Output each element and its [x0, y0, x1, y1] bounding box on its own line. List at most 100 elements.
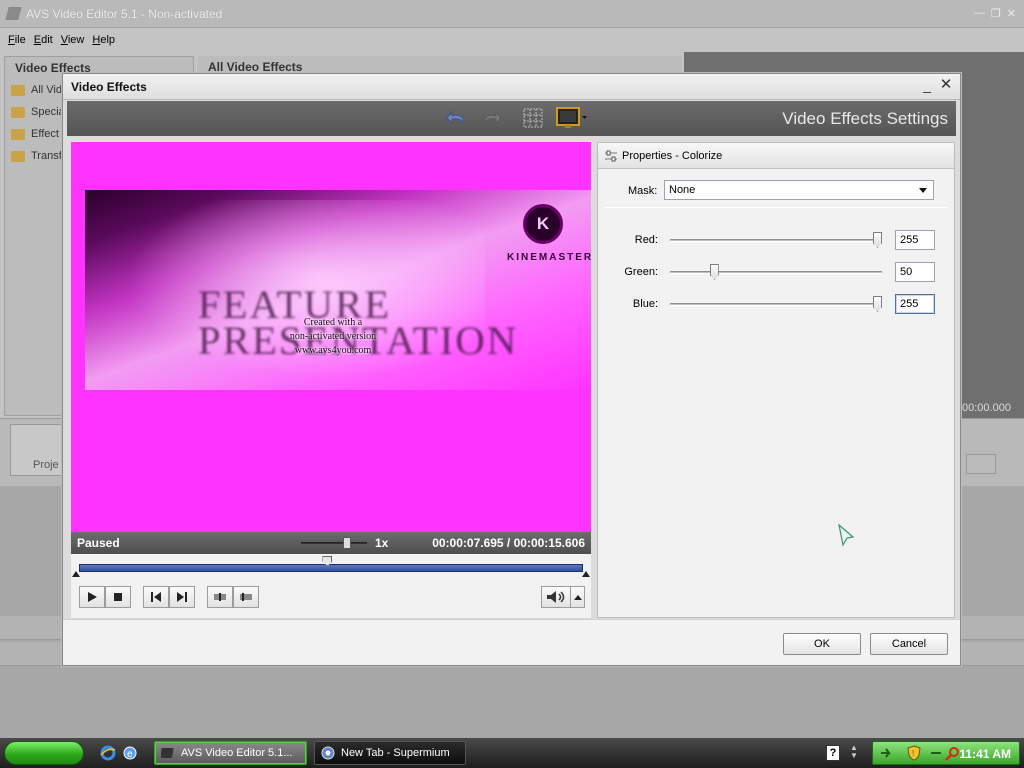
kinemaster-logo: K	[523, 204, 563, 244]
app-icon	[5, 7, 22, 20]
app-title: AVS Video Editor 5.1 - Non-activated	[26, 7, 223, 21]
speed-slider-track[interactable]	[301, 542, 367, 544]
menu-help[interactable]: Help	[92, 34, 115, 46]
green-slider-thumb[interactable]	[709, 264, 719, 280]
playback-state: Paused	[77, 536, 120, 550]
stop-button[interactable]	[105, 586, 131, 608]
browser-quicklaunch-icon[interactable]	[100, 745, 116, 761]
divider	[604, 207, 948, 208]
playback-controls	[71, 578, 591, 618]
svg-text:e: e	[127, 749, 133, 760]
red-slider-track[interactable]	[670, 239, 882, 242]
arrow-tray-icon[interactable]	[879, 746, 893, 760]
green-value-field[interactable]: 50	[895, 262, 935, 282]
dialog-title: Video Effects	[71, 80, 147, 94]
network-tray-icon[interactable]	[931, 749, 941, 757]
red-value-field[interactable]: 255	[895, 230, 935, 250]
blue-slider-row: Blue: 255	[598, 293, 954, 315]
red-slider-row: Red: 255	[598, 229, 954, 251]
seek-bar[interactable]	[79, 564, 583, 572]
trim-start-marker[interactable]	[72, 571, 80, 577]
shield-icon[interactable]: !	[907, 745, 921, 761]
sliders-icon	[605, 150, 617, 162]
app-titlebar: AVS Video Editor 5.1 - Non-activated — ❐…	[0, 0, 1024, 28]
red-label: Red:	[634, 234, 658, 246]
time-display: 00:00:07.695 / 00:00:15.606	[432, 536, 585, 550]
speaker-icon	[547, 591, 565, 603]
mark-in-button[interactable]	[207, 586, 233, 608]
main-volume-button[interactable]	[966, 454, 996, 474]
mark-in-icon	[214, 593, 226, 601]
taskbar-item-avs[interactable]: AVS Video Editor 5.1...	[154, 741, 307, 765]
svg-text:!: !	[912, 749, 914, 758]
tray-expand-icon[interactable]: ▲ ▼	[850, 744, 858, 760]
watermark-line-2: non-activated version	[289, 331, 377, 342]
blue-slider-thumb[interactable]	[873, 296, 882, 312]
play-button[interactable]	[79, 586, 105, 608]
next-frame-button[interactable]	[169, 586, 195, 608]
blue-value-field[interactable]: 255	[895, 294, 935, 314]
preview-monitor-icon[interactable]	[555, 107, 589, 129]
start-button[interactable]	[4, 741, 84, 765]
close-icon[interactable]: ✕	[1007, 7, 1016, 20]
taskbar-item-label: AVS Video Editor 5.1...	[181, 747, 293, 759]
system-tray: ! 11:41 AM	[872, 741, 1020, 765]
mask-dropdown[interactable]: None	[664, 180, 934, 200]
minimize-icon[interactable]: —	[974, 7, 985, 20]
properties-panel: Properties - Colorize Mask: None Red: 25…	[597, 142, 955, 618]
skip-back-icon	[151, 592, 161, 602]
dialog-toolbar: Video Effects Settings	[67, 101, 956, 136]
project-button[interactable]: Proje	[10, 424, 66, 476]
redo-icon[interactable]	[479, 107, 503, 129]
app-window-buttons: — ❐ ✕	[974, 7, 1016, 20]
menu-file[interactable]: File	[8, 34, 26, 46]
green-label: Green:	[624, 266, 658, 278]
seek-bar-area	[71, 554, 591, 578]
taskbar-item-label: New Tab - Supermium	[341, 747, 450, 759]
video-effects-dialog: Video Effects _ ✕ Video Effects Settings…	[62, 73, 961, 666]
mark-out-button[interactable]	[233, 586, 259, 608]
ie-quicklaunch-icon[interactable]: e	[122, 745, 138, 761]
project-label: Proje	[33, 459, 59, 471]
green-slider-track[interactable]	[670, 271, 882, 274]
menu-bar: File Edit View Help	[0, 29, 1024, 51]
kinemaster-logo-text: KINEMASTER	[507, 252, 591, 263]
watermark-line-1: Created with a	[303, 317, 363, 328]
minimize-icon[interactable]: _	[920, 77, 934, 93]
skip-forward-icon	[177, 592, 187, 602]
cancel-button[interactable]: Cancel	[870, 633, 948, 655]
category-label: Specia	[31, 106, 65, 118]
menu-edit[interactable]: Edit	[34, 34, 53, 46]
play-icon	[88, 592, 97, 602]
folder-icon	[11, 84, 25, 96]
category-label: All Vid	[31, 84, 62, 96]
menu-view[interactable]: View	[61, 34, 85, 46]
volume-expand-button[interactable]	[571, 586, 585, 608]
grid-icon[interactable]	[521, 107, 545, 129]
taskbar-item-supermium[interactable]: New Tab - Supermium	[314, 741, 466, 765]
previous-frame-button[interactable]	[143, 586, 169, 608]
mark-out-icon	[240, 593, 252, 601]
chevron-down-icon	[919, 188, 927, 193]
mask-value: None	[669, 184, 696, 196]
chevron-up-icon	[573, 595, 582, 600]
blue-slider-track[interactable]	[670, 303, 882, 306]
folder-icon	[11, 150, 25, 162]
maximize-icon[interactable]: ❐	[991, 7, 1001, 20]
speed-value: 1x	[375, 536, 389, 550]
mask-label: Mask:	[628, 185, 658, 197]
stop-icon	[114, 593, 122, 601]
undo-icon[interactable]	[445, 107, 469, 129]
help-tray-icon[interactable]: ?	[826, 745, 840, 761]
speed-slider-thumb[interactable]	[343, 537, 352, 549]
volume-button[interactable]	[541, 586, 571, 608]
properties-header: Properties - Colorize	[598, 143, 954, 169]
trim-end-marker[interactable]	[582, 571, 590, 577]
close-icon[interactable]: ✕	[938, 76, 954, 94]
watermark-line-3: www.avs4you.com	[294, 345, 372, 356]
ok-button[interactable]: OK	[783, 633, 861, 655]
dialog-titlebar: Video Effects _ ✕	[63, 74, 960, 100]
category-label: Transf	[31, 150, 62, 162]
red-slider-thumb[interactable]	[873, 232, 882, 248]
supermium-app-icon	[321, 746, 335, 760]
